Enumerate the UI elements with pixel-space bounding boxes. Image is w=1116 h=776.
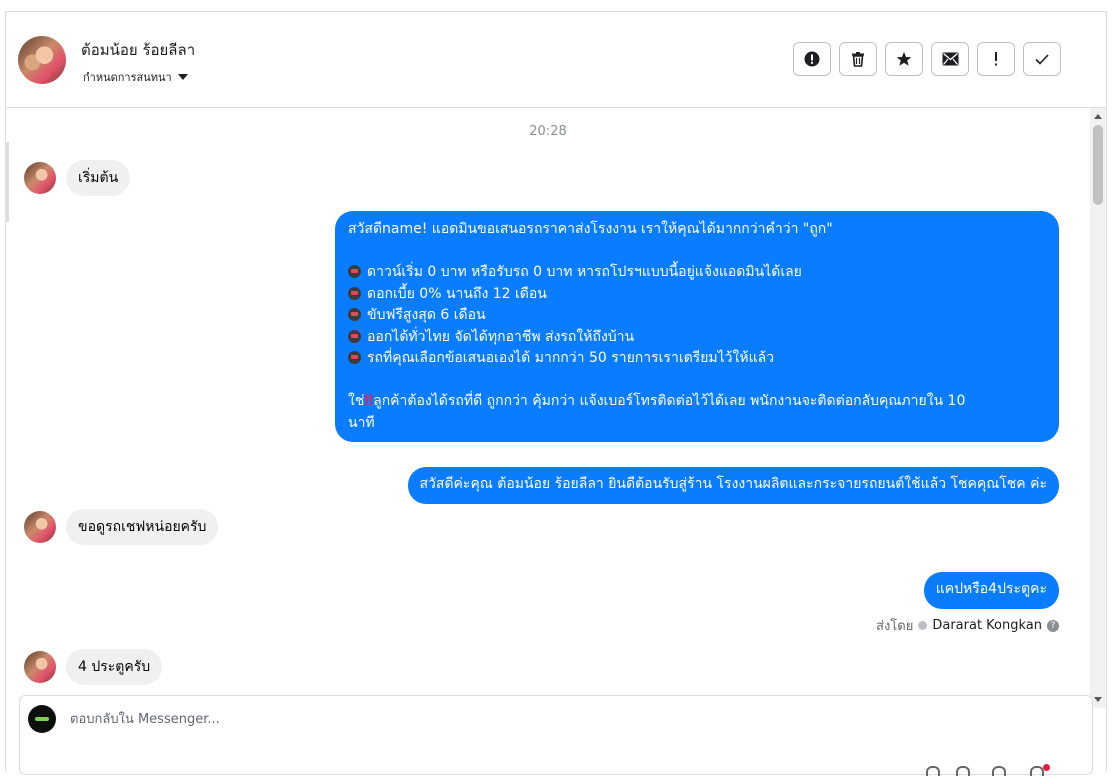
contact-name[interactable]: ต้อมน้อย ร้อยลีลา [81,38,195,62]
message-text: ดาวน์เริ่ม 0 บาท หรือรับรถ 0 บาท หารถโปร… [367,264,802,280]
message-text: ออกได้ทั่วไทย จัดได้ทุกอาชีพ ส่งรถให้ถึง… [367,328,635,345]
top-strip [0,0,1116,11]
help-icon[interactable]: ? [1047,619,1059,632]
double-exclamation-icon: ‼ [364,393,374,409]
star-button[interactable] [885,42,923,76]
avatar[interactable] [24,511,56,543]
alert-button[interactable] [793,42,831,76]
avatar[interactable] [24,162,56,194]
message-text: ลูกค้าต้องได้รถที่ดี ถูกกว่า คุ้มกว่า แจ… [373,393,966,409]
delete-button[interactable] [839,42,877,76]
alert-icon [804,51,820,67]
reply-composer [19,695,1093,776]
car-emoji-icon [348,329,361,343]
message-bubble[interactable]: เริ่มต้น [66,160,131,196]
contact-avatar[interactable] [18,36,66,84]
message-text: ใช่ [348,393,365,409]
message-line: สวัสดีname! แอดมินขอเสนอรถราคาส่งโรงงาน … [348,221,833,237]
incoming-message: 4 ประตูครับ [24,649,163,685]
message-thread[interactable]: 20:28 เริ่มต้น สวัสดีname! แอดมินขอเสนอร… [6,108,1090,708]
like-icon[interactable] [1030,766,1044,776]
sent-by-label: ส่งโดย [876,619,914,634]
chevron-down-icon [177,74,188,80]
header-actions [793,42,1061,76]
message-line: นาที [348,414,375,431]
message-line-with-emoji: ดอกเบี้ย 0% นานถึง 12 เดือน [348,284,1046,306]
check-icon [1035,54,1049,65]
car-emoji-icon [348,351,361,364]
sender-name[interactable]: Dararat Kongkan [932,618,1042,633]
message-timestamp: 20:28 [529,124,567,139]
outgoing-message[interactable]: แคปหรือ4ประตูคะ [923,572,1059,609]
message-line: ใช่‼ลูกค้าต้องได้รถที่ดี ถูกกว่า คุ้มกว่… [348,391,1046,413]
sent-by-info: ส่งโดย Dararat Kongkan ? [876,615,1059,636]
sent-check-icon [918,621,928,630]
scroll-up-arrow-icon[interactable] [1094,114,1102,119]
trash-icon [852,52,864,67]
outgoing-message[interactable]: สวัสดีname! แอดมินขอเสนอรถราคาส่งโรงงาน … [335,211,1059,442]
thread-scrollbar[interactable] [1090,108,1106,708]
scrollbar-thumb[interactable] [1093,125,1103,205]
car-emoji-icon [348,265,361,278]
notification-dot [1043,764,1050,771]
message-bubble[interactable]: 4 ประตูครับ [66,649,163,685]
message-text: รถที่คุณเลือกข้อเสนอเองได้ มากกว่า 50 รา… [367,350,775,366]
conversation-panel: ต้อมน้อย ร้อยลีลา กำหนดการสนทนา 20:28 เร… [5,11,1107,776]
reply-input[interactable] [68,706,972,732]
message-bubble[interactable]: ขอดูรถเชฟหน่อยครับ [66,509,219,545]
follow-up-button[interactable] [977,42,1015,76]
car-emoji-icon [348,308,361,321]
page-avatar [28,705,56,733]
incoming-message: ขอดูรถเชฟหน่อยครับ [24,509,219,545]
message-text: ดอกเบี้ย 0% นานถึง 12 เดือน [367,285,547,302]
scroll-down-arrow-icon[interactable] [1094,697,1102,702]
message-line-with-emoji: ดาวน์เริ่ม 0 บาท หรือรับรถ 0 บาท หารถโปร… [348,262,1046,284]
avatar[interactable] [24,651,56,683]
message-line-with-emoji: ออกได้ทั่วไทย จัดได้ทุกอาชีพ ส่งรถให้ถึง… [348,327,1046,349]
message-line [348,241,1046,263]
attachment-icon[interactable] [926,766,940,776]
mark-done-button[interactable] [1023,42,1061,76]
mark-unread-button[interactable] [931,42,969,76]
message-line-with-emoji: ขับฟรีสูงสุด 6 เดือน [348,305,1046,327]
message-text: ขับฟรีสูงสุด 6 เดือน [367,307,486,323]
car-emoji-icon [348,286,361,300]
star-icon [896,52,912,66]
assign-conversation-dropdown[interactable]: กำหนดการสนทนา [83,68,188,86]
outgoing-message[interactable]: สวัสดีค่ะคุณ ต้อมน้อย ร้อยลีลา ยินดีต้อน… [407,467,1059,504]
message-line-with-emoji: รถที่คุณเลือกข้อเสนอเองได้ มากกว่า 50 รา… [348,348,1046,370]
saved-replies-icon[interactable] [956,766,970,776]
mail-icon [942,52,958,66]
message-line [348,370,1046,392]
incoming-message: เริ่มต้น [24,160,131,196]
assign-label: กำหนดการสนทนา [83,71,172,84]
emoji-icon[interactable] [992,766,1006,776]
exclamation-icon [995,52,997,66]
conversation-header: ต้อมน้อย ร้อยลีลา กำหนดการสนทนา [6,12,1106,108]
